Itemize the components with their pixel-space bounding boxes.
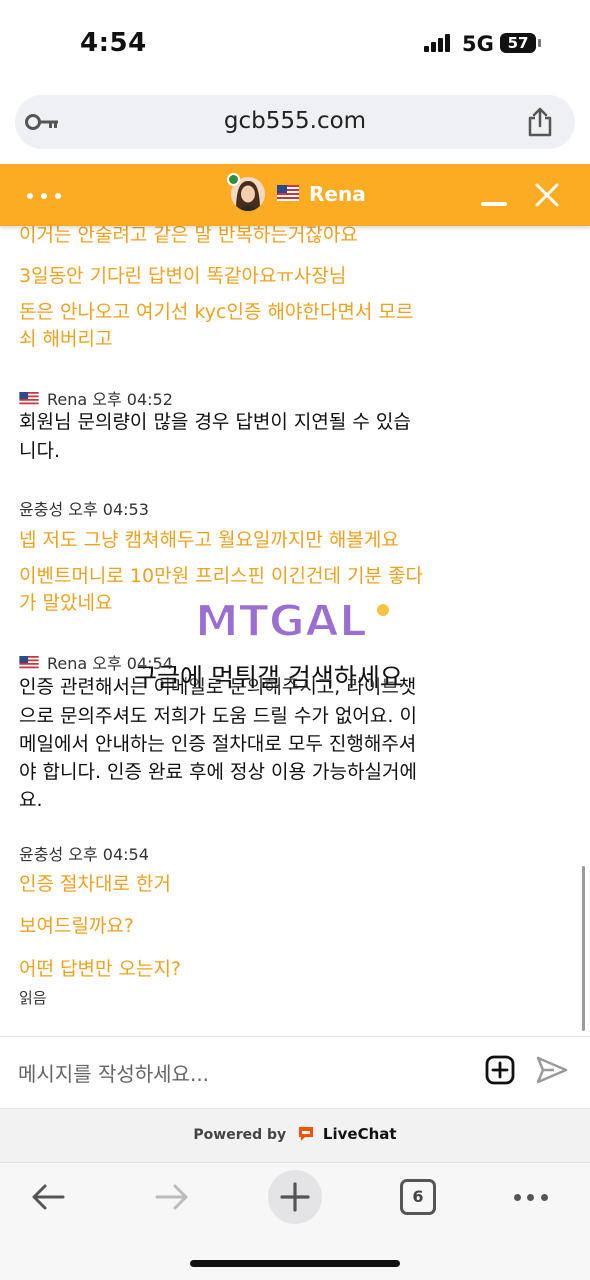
agent-message: 니다.	[19, 440, 60, 462]
home-indicator	[190, 1260, 400, 1267]
status-time: 4:54	[80, 28, 147, 58]
visitor-message: 어떤 답변만 오는지?	[19, 958, 182, 980]
read-receipt: 읽음	[19, 989, 47, 1007]
flag-us-icon	[277, 185, 299, 201]
share-icon[interactable]	[526, 107, 554, 137]
send-icon[interactable]	[536, 1055, 568, 1085]
message-input[interactable]: 메시지를 작성하세요...	[18, 1058, 209, 1087]
livechat-icon	[299, 1127, 314, 1141]
visitor-message: 인증 절차대로 한거	[19, 873, 171, 895]
watermark-text: 구글에 먹튀갤 검색하세요	[134, 663, 403, 692]
watermark-logo: MTGAL	[194, 596, 389, 644]
powered-by-footer: Powered by LiveChat	[0, 1108, 590, 1162]
status-bar: 4:54 5G 57	[0, 0, 590, 88]
agent-message: 메일에서 안내하는 인증 절차대로 모두 진행해주셔	[19, 733, 417, 755]
close-icon[interactable]	[534, 182, 560, 208]
message-meta-visitor: 윤충성 오후 04:53	[19, 500, 149, 519]
battery-icon: 57	[500, 33, 536, 53]
agent-message: 야 합니다. 인증 완료 후에 정상 이용 가능하실거에	[19, 761, 417, 783]
minimize-icon[interactable]	[481, 202, 507, 206]
tabs-button[interactable]: 6	[400, 1179, 436, 1215]
battery-tip	[538, 39, 541, 47]
agent-name: Rena	[309, 182, 366, 206]
watermark-logo-text: MTGAL	[195, 596, 367, 644]
message-meta-agent: Rena 오후 04:52	[19, 386, 173, 409]
agent-message: 회원님 문의량이 많을 경우 답변이 지연될 수 있습	[19, 411, 411, 433]
powered-by-label: Powered by	[193, 1127, 287, 1143]
more-icon[interactable]	[514, 1194, 548, 1201]
signal-icon	[424, 34, 452, 52]
online-status-dot	[227, 173, 240, 186]
forward-icon[interactable]	[154, 1183, 190, 1211]
message-composer[interactable]: 메시지를 작성하세요...	[0, 1036, 590, 1108]
plus-icon	[280, 1182, 310, 1212]
visitor-message: 쇠 해버리고	[19, 328, 113, 350]
address-bar[interactable]: gcb555.com	[15, 95, 575, 149]
visitor-message: 3일동안 기다린 답변이 똑같아요ㅠ사장님	[19, 265, 347, 287]
network-label: 5G	[462, 32, 494, 56]
back-icon[interactable]	[30, 1183, 66, 1211]
agent-message: 요.	[19, 789, 43, 811]
agent-message: 으로 문의주셔도 저희가 도움 드릴 수가 없어요. 이	[19, 705, 417, 727]
livechat-brand[interactable]: LiveChat	[323, 1125, 397, 1143]
visitor-message: 보여드릴까요?	[19, 915, 134, 937]
visitor-message: 이거는 안술려고 같은 말 반복하는거잖아요	[19, 226, 358, 246]
dots-menu-icon[interactable]	[27, 193, 61, 199]
sun-icon	[377, 604, 389, 616]
message-meta-visitor: 윤충성 오후 04:54	[19, 845, 149, 864]
flag-us-icon	[19, 392, 39, 406]
url-text[interactable]: gcb555.com	[15, 108, 575, 134]
visitor-message: 넵 저도 그냥 캠쳐해두고 월요일까지만 해볼게요	[19, 529, 399, 551]
flag-us-icon	[19, 656, 39, 670]
scrollbar-thumb[interactable]	[582, 866, 585, 1031]
attach-icon[interactable]	[485, 1055, 515, 1085]
chat-header: Rena	[0, 164, 590, 226]
new-tab-button[interactable]	[268, 1170, 322, 1224]
